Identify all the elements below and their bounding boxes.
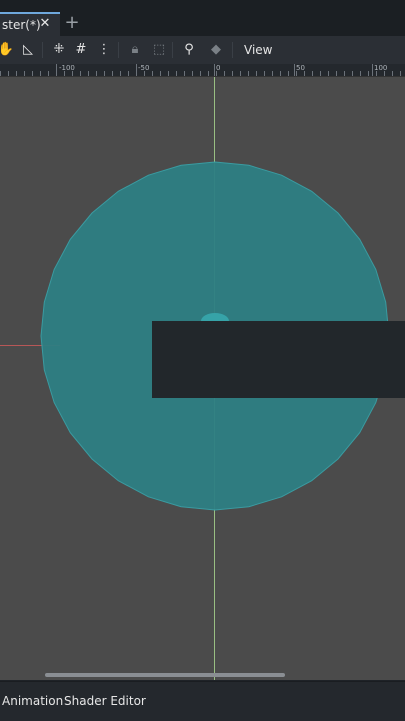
more-options-icon[interactable]: ⋮ [94, 40, 114, 60]
ruler-tick [208, 71, 209, 76]
ruler-major-tick [372, 64, 373, 76]
ruler-tick [328, 71, 329, 76]
ruler-tick [8, 71, 9, 76]
ruler-tick [344, 71, 345, 76]
ruler-tick [192, 71, 193, 76]
horizontal-ruler: -100 -50 0 50 100 [0, 64, 405, 77]
grid-snap-icon[interactable]: # [71, 40, 91, 60]
ruler-tick [240, 71, 241, 76]
ruler-tick [176, 71, 177, 76]
ruler-tick [128, 71, 129, 76]
ruler-tick [288, 71, 289, 76]
ruler-major-tick [294, 64, 295, 76]
ruler-tick [352, 71, 353, 76]
ruler-tick [376, 71, 377, 76]
ruler-tick [360, 71, 361, 76]
ruler-tick [280, 71, 281, 76]
ruler-major-tick [56, 64, 57, 76]
ruler-tick [88, 71, 89, 76]
ruler-tick [224, 71, 225, 76]
lock-icon[interactable]: 🔒︎ [125, 40, 145, 60]
ruler-tick [0, 71, 1, 76]
ruler-tick [32, 71, 33, 76]
close-icon[interactable]: ✕ [38, 12, 52, 36]
ruler-tick [152, 71, 153, 76]
ruler-tick [168, 71, 169, 76]
ruler-tick [48, 71, 49, 76]
toolbar-separator [232, 42, 233, 58]
canvas-toolbar: ✋ ◺ ⁜ # ⋮ 🔒︎ ⬚ ⚲ ◆ View [0, 36, 405, 64]
toolbar-separator [118, 42, 119, 58]
ruler-tick [216, 71, 217, 76]
toolbar-separator [172, 42, 173, 58]
ruler-tick [96, 71, 97, 76]
skeleton-icon[interactable]: ◆ [206, 40, 226, 60]
dark-rectangle-node[interactable] [152, 321, 405, 398]
ruler-tick [16, 71, 17, 76]
ruler-tick [144, 71, 145, 76]
ruler-tick [104, 71, 105, 76]
ruler-tick [160, 71, 161, 76]
ruler-tick [296, 71, 297, 76]
ruler-tick [232, 71, 233, 76]
ruler-tick [312, 71, 313, 76]
ruler-tick [264, 71, 265, 76]
toolbar-separator [42, 42, 43, 58]
ruler-tick [64, 71, 65, 76]
bone-icon[interactable]: ⚲ [179, 40, 199, 60]
canvas-viewport[interactable] [0, 77, 405, 680]
ruler-tick [392, 71, 393, 76]
ruler-tick [336, 71, 337, 76]
ruler-tick [72, 71, 73, 76]
ruler-tick [184, 71, 185, 76]
ruler-tick [272, 71, 273, 76]
scene-tab-bar: ster(*) ✕ + [0, 0, 405, 36]
ruler-tick [40, 71, 41, 76]
horizontal-scrollbar[interactable] [45, 673, 285, 677]
ruler-major-tick [214, 64, 215, 76]
ruler-tick [384, 71, 385, 76]
ruler-tick [320, 71, 321, 76]
group-icon[interactable]: ⬚ [149, 40, 169, 60]
ruler-tick [304, 71, 305, 76]
add-tab-icon[interactable]: + [64, 12, 80, 36]
ruler-tick [256, 71, 257, 76]
smart-snap-icon[interactable]: ⁜ [49, 40, 69, 60]
scene-tab-label: ster(*) [2, 18, 41, 32]
animation-tab[interactable]: Animation [2, 692, 63, 710]
bottom-panel-bar: Animation Shader Editor [0, 681, 405, 721]
ruler-icon[interactable]: ◺ [18, 40, 38, 60]
ruler-tick [24, 71, 25, 76]
shader-editor-tab[interactable]: Shader Editor [64, 692, 146, 710]
ruler-major-tick [136, 64, 137, 76]
ruler-tick [120, 71, 121, 76]
view-menu-button[interactable]: View [238, 40, 278, 60]
ruler-tick [200, 71, 201, 76]
ruler-tick [112, 71, 113, 76]
ruler-tick [248, 71, 249, 76]
ruler-tick [368, 71, 369, 76]
ruler-tick [400, 71, 401, 76]
ruler-tick [80, 71, 81, 76]
pan-hand-icon[interactable]: ✋ [0, 40, 16, 60]
